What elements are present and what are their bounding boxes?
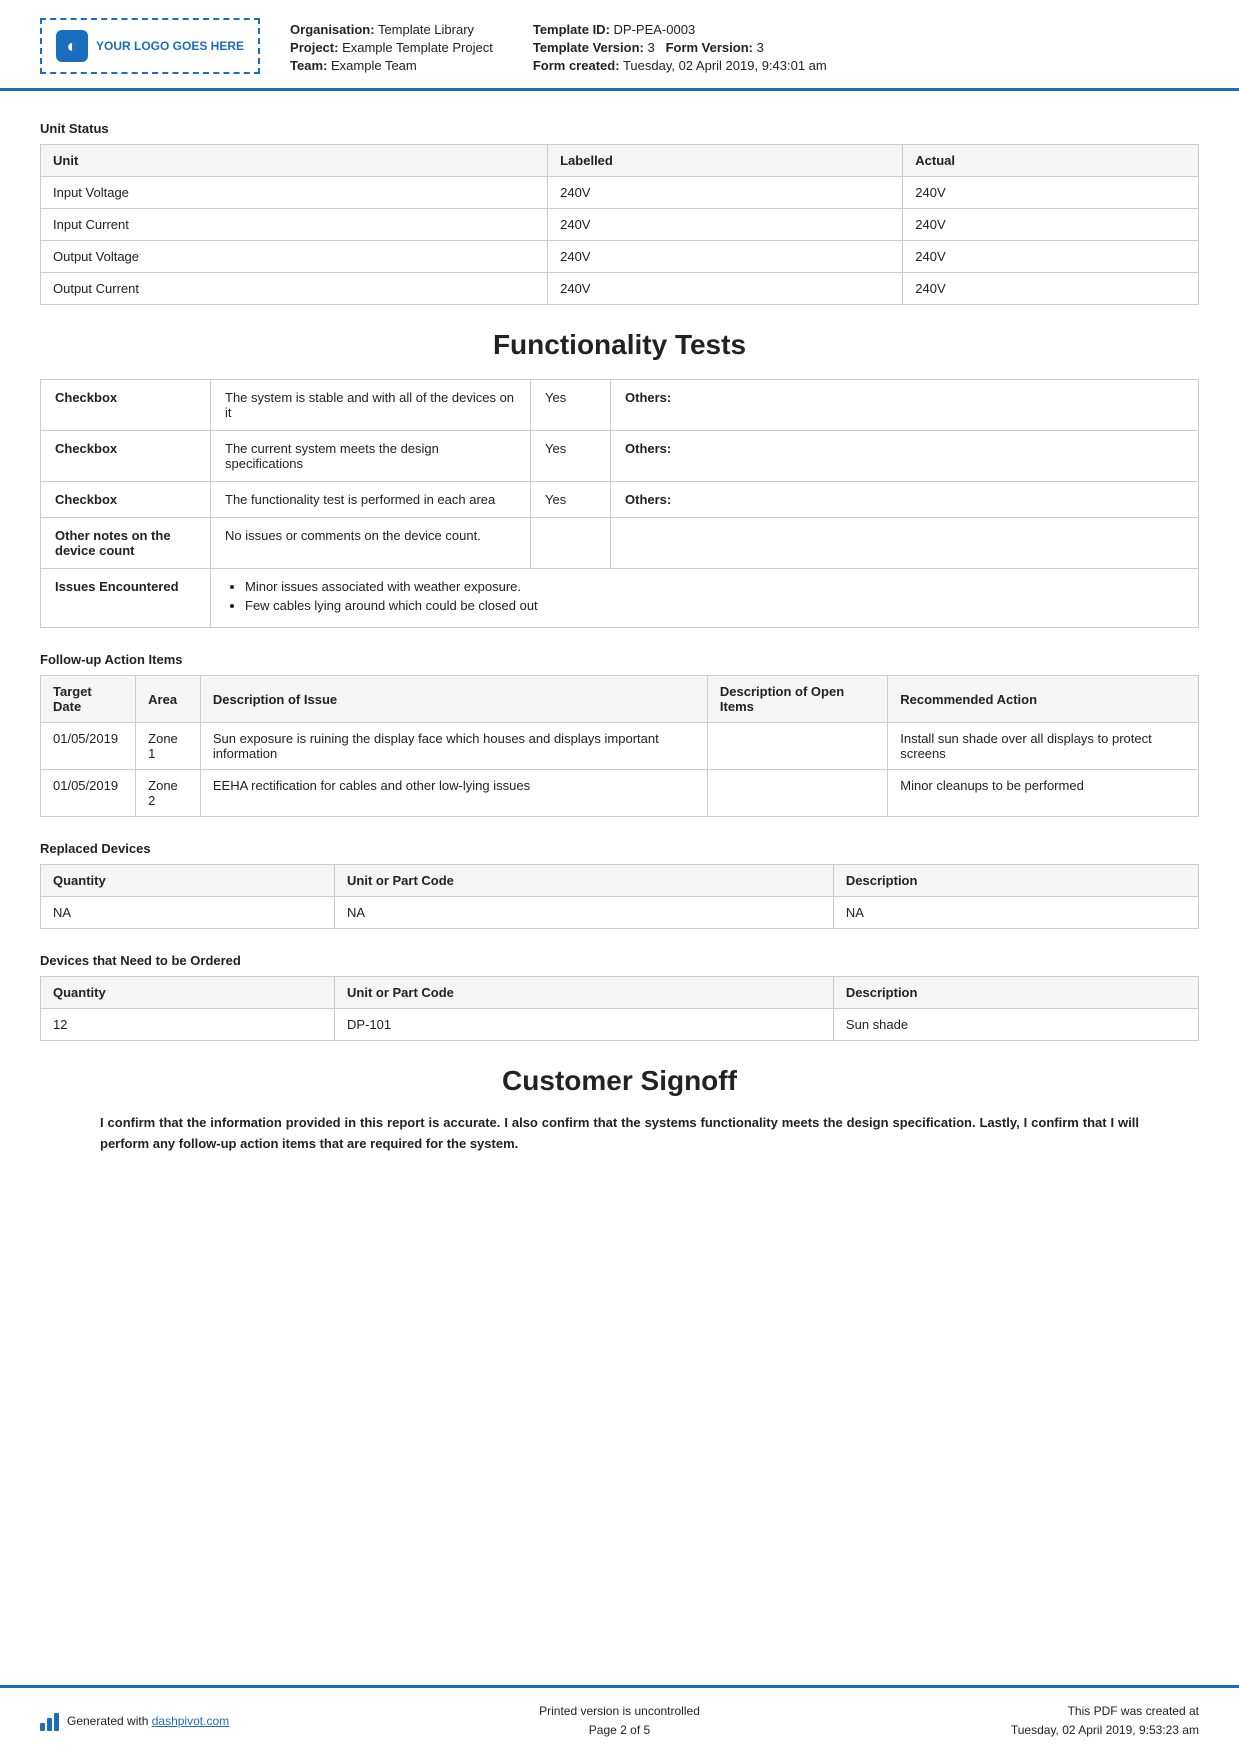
form-created-line: Form created: Tuesday, 02 April 2019, 9:…: [533, 58, 827, 73]
project-line: Project: Example Template Project: [290, 40, 493, 55]
replaced-devices-table: Quantity Unit or Part Code Description N…: [40, 864, 1199, 929]
table-row: Issues EncounteredMinor issues associate…: [41, 569, 1199, 628]
footer-left: Generated with dashpivot.com: [40, 1711, 426, 1731]
signoff-heading: Customer Signoff: [40, 1065, 1199, 1097]
replaced-devices-label: Replaced Devices: [40, 841, 1199, 856]
footer-logo-bars: [40, 1711, 59, 1731]
logo-area: ◐ YOUR LOGO GOES HERE: [40, 18, 260, 74]
replaced-qty-header: Quantity: [41, 865, 335, 897]
followup-col-open: Description of Open Items: [707, 676, 887, 723]
replaced-partcode-header: Unit or Part Code: [335, 865, 834, 897]
devices-to-order-label: Devices that Need to be Ordered: [40, 953, 1199, 968]
logo-text: YOUR LOGO GOES HERE: [96, 39, 244, 53]
functionality-table: CheckboxThe system is stable and with al…: [40, 379, 1199, 628]
footer-center: Printed version is uncontrolled Page 2 o…: [426, 1702, 812, 1740]
followup-col-action: Recommended Action: [888, 676, 1199, 723]
team-line: Team: Example Team: [290, 58, 493, 73]
table-row: NANANA: [41, 897, 1199, 929]
footer-pdf-line1: This PDF was created at: [813, 1702, 1199, 1721]
table-row: Input Current240V240V: [41, 209, 1199, 241]
header: ◐ YOUR LOGO GOES HERE Organisation: Temp…: [0, 0, 1239, 91]
table-row: Input Voltage240V240V: [41, 177, 1199, 209]
followup-col-area: Area: [136, 676, 201, 723]
functionality-heading: Functionality Tests: [40, 329, 1199, 361]
order-partcode-header: Unit or Part Code: [335, 977, 834, 1009]
table-row: CheckboxThe functionality test is perfor…: [41, 482, 1199, 518]
table-row: 01/05/2019Zone 1Sun exposure is ruining …: [41, 723, 1199, 770]
order-qty-header: Quantity: [41, 977, 335, 1009]
table-row: Output Voltage240V240V: [41, 241, 1199, 273]
order-desc-header: Description: [833, 977, 1198, 1009]
unit-col-header: Unit: [41, 145, 548, 177]
table-row: CheckboxThe system is stable and with al…: [41, 380, 1199, 431]
table-row: Other notes on the device countNo issues…: [41, 518, 1199, 569]
table-row: 12DP-101Sun shade: [41, 1009, 1199, 1041]
header-meta-left: Organisation: Template Library Project: …: [290, 22, 493, 73]
footer-page: Page 2 of 5: [426, 1721, 812, 1740]
followup-label: Follow-up Action Items: [40, 652, 1199, 667]
followup-col-issue: Description of Issue: [200, 676, 707, 723]
page: ◐ YOUR LOGO GOES HERE Organisation: Temp…: [0, 0, 1239, 1754]
unit-status-table: Unit Labelled Actual Input Voltage240V24…: [40, 144, 1199, 305]
followup-table: Target Date Area Description of Issue De…: [40, 675, 1199, 817]
org-line: Organisation: Template Library: [290, 22, 493, 37]
bar1: [40, 1723, 45, 1731]
unit-status-label: Unit Status: [40, 121, 1199, 136]
replaced-desc-header: Description: [833, 865, 1198, 897]
table-row: Output Current240V240V: [41, 273, 1199, 305]
version-line: Template Version: 3 Form Version: 3: [533, 40, 827, 55]
logo-icon: ◐: [56, 30, 88, 62]
footer-link[interactable]: dashpivot.com: [152, 1714, 229, 1728]
template-id-line: Template ID: DP-PEA-0003: [533, 22, 827, 37]
followup-col-target: Target Date: [41, 676, 136, 723]
main-content: Unit Status Unit Labelled Actual Input V…: [0, 91, 1239, 1685]
signoff-text: I confirm that the information provided …: [40, 1113, 1199, 1155]
bar2: [47, 1718, 52, 1731]
devices-to-order-table: Quantity Unit or Part Code Description 1…: [40, 976, 1199, 1041]
labelled-col-header: Labelled: [548, 145, 903, 177]
footer-uncontrolled: Printed version is uncontrolled: [426, 1702, 812, 1721]
header-meta-right: Template ID: DP-PEA-0003 Template Versio…: [533, 22, 827, 73]
table-row: 01/05/2019Zone 2EEHA rectification for c…: [41, 770, 1199, 817]
footer-pdf-line2: Tuesday, 02 April 2019, 9:53:23 am: [813, 1721, 1199, 1740]
footer-generated-text: Generated with dashpivot.com: [67, 1714, 229, 1728]
footer: Generated with dashpivot.com Printed ver…: [0, 1685, 1239, 1754]
bar3: [54, 1713, 59, 1731]
actual-col-header: Actual: [903, 145, 1199, 177]
table-row: CheckboxThe current system meets the des…: [41, 431, 1199, 482]
header-meta: Organisation: Template Library Project: …: [290, 18, 1199, 74]
footer-right: This PDF was created at Tuesday, 02 Apri…: [813, 1702, 1199, 1740]
